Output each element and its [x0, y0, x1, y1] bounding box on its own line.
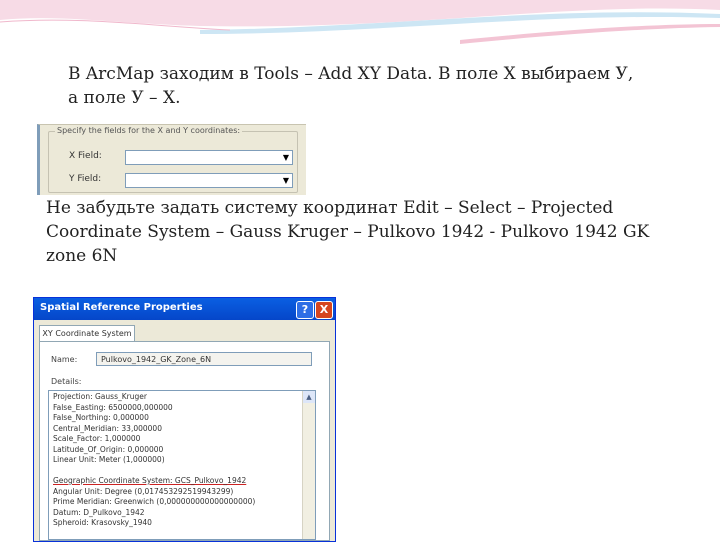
details-line: Linear Unit: Meter (1,000000) [53, 455, 165, 464]
x-field-select[interactable]: ▼ [125, 150, 293, 165]
details-line: Angular Unit: Degree (0,0174532925199432… [53, 486, 234, 496]
note-line-3: zone 6N [46, 246, 118, 266]
details-line: Datum: D_Pulkovo_1942 [53, 507, 145, 517]
y-field-select[interactable]: ▼ [125, 173, 293, 188]
note-line-1: Не забудьте задать систему координат Edi… [46, 198, 614, 218]
dialog-title: Spatial Reference Properties [40, 302, 203, 313]
details-scrollbar[interactable]: ▲ [302, 391, 315, 539]
details-line: Central_Meridian: 33,000000 [53, 423, 162, 433]
details-line: False_Northing: 0,000000 [53, 413, 149, 422]
instruction-line-2: а поле У – Х. [68, 88, 181, 108]
note-text: Не забудьте задать систему координат Edi… [46, 196, 686, 268]
details-line-gcs: Geographic Coordinate System: GCS_Pulkov… [53, 476, 247, 485]
instruction-line-1: В ArcMap заходим в Tools – Add XY Data. … [68, 64, 634, 84]
dialog-titlebar[interactable]: Spatial Reference Properties ? X [34, 298, 335, 320]
coordinate-fields-group-label: Specify the fields for the X and Y coord… [55, 126, 243, 135]
details-line [53, 466, 301, 477]
spatial-reference-dialog: Spatial Reference Properties ? X XY Coor… [33, 297, 336, 542]
details-label: Details: [51, 377, 82, 386]
decorative-header-swoosh [0, 0, 720, 44]
details-line: False_Easting: 6500000,000000 [53, 402, 173, 412]
chevron-down-icon[interactable]: ▼ [280, 151, 292, 164]
y-field-label: Y Field: [69, 174, 102, 184]
tab-xy-coordinate-system[interactable]: XY Coordinate System [39, 325, 135, 342]
coordinate-fields-group: Specify the fields for the X and Y coord… [48, 126, 298, 193]
details-lines: Projection: Gauss_Kruger False_Easting: … [53, 392, 301, 529]
details-line: Scale_Factor: 1,000000 [53, 434, 141, 443]
details-line: Projection: Gauss_Kruger [53, 392, 147, 401]
instruction-text: В ArcMap заходим в Tools – Add XY Data. … [68, 62, 688, 110]
scroll-up-icon[interactable]: ▲ [303, 391, 315, 403]
details-line: Latitude_Of_Origin: 0,000000 [53, 444, 164, 454]
name-label: Name: [51, 355, 78, 364]
add-xy-data-dialog: Specify the fields for the X and Y coord… [37, 124, 306, 195]
help-button[interactable]: ? [296, 301, 314, 319]
chevron-down-icon[interactable]: ▼ [280, 174, 292, 187]
name-field[interactable]: Pulkovo_1942_GK_Zone_6N [96, 352, 312, 366]
details-textbox[interactable]: Projection: Gauss_Kruger False_Easting: … [48, 390, 316, 540]
details-line: Spheroid: Krasovsky_1940 [53, 518, 152, 527]
close-button[interactable]: X [315, 301, 333, 319]
x-field-label: X Field: [69, 151, 102, 161]
note-line-2: Coordinate System – Gauss Kruger – Pulko… [46, 222, 650, 242]
details-line: Prime Meridian: Greenwich (0,00000000000… [53, 497, 256, 506]
